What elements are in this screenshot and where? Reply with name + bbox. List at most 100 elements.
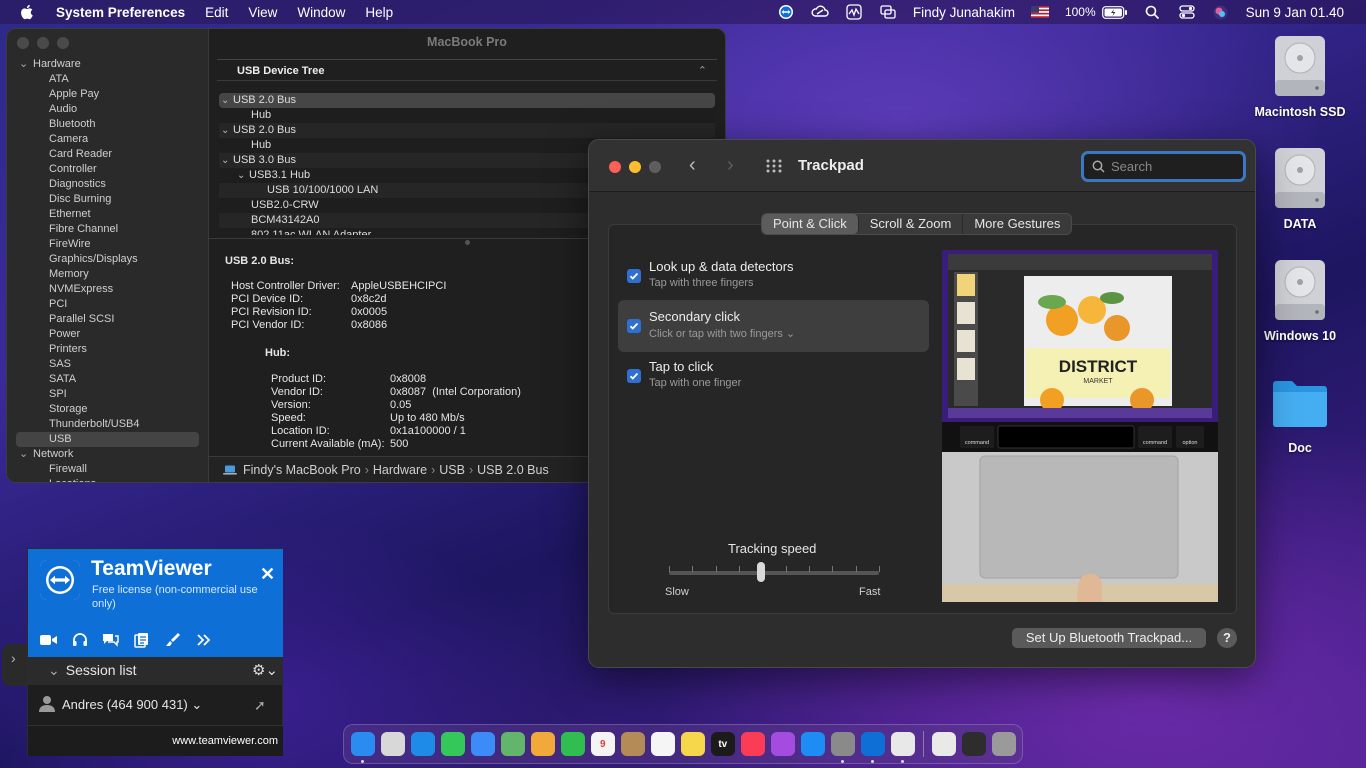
gear-icon[interactable]: ⚙⌄ xyxy=(252,661,278,679)
activity-monitor-icon[interactable] xyxy=(845,4,863,20)
user-name[interactable]: Findy Junahakim xyxy=(913,5,1015,20)
dock-calendar-icon[interactable]: 9 xyxy=(591,732,615,756)
battery-percent[interactable]: 100% xyxy=(1065,5,1096,19)
dock-notes-icon[interactable] xyxy=(681,732,705,756)
more-icon[interactable] xyxy=(195,631,212,648)
dock-contacts-icon[interactable] xyxy=(621,732,645,756)
usb-tree-row[interactable]: Hub xyxy=(219,108,715,123)
usb-tree-row[interactable]: ⌄ USB 2.0 Bus xyxy=(219,93,715,108)
sidebar-category[interactable]: ⌄ Hardware xyxy=(7,57,208,72)
sidebar-item[interactable]: SATA xyxy=(7,372,208,387)
search-icon[interactable] xyxy=(1144,4,1162,20)
connect-pointer-icon[interactable]: ➚ xyxy=(254,697,266,714)
option-secondary-click[interactable]: Secondary click Click or tap with two fi… xyxy=(618,300,929,352)
sidebar-item[interactable]: Fibre Channel xyxy=(7,222,208,237)
desktop-disk-macintosh-ssd[interactable]: Macintosh SSD xyxy=(1245,34,1355,119)
dock-app-store-icon[interactable] xyxy=(801,732,825,756)
dock-messages-icon[interactable] xyxy=(441,732,465,756)
dock-launchpad-icon[interactable] xyxy=(381,732,405,756)
desktop-disk-windows-10[interactable]: Windows 10 xyxy=(1245,258,1355,343)
siri-icon[interactable] xyxy=(1212,4,1230,20)
breadcrumb-item[interactable]: USB xyxy=(439,463,465,477)
dock-maps-icon[interactable] xyxy=(501,732,525,756)
tracking-speed-slider[interactable] xyxy=(669,571,879,575)
disclosure-icon[interactable]: ⌄ xyxy=(221,93,233,108)
file-transfer-icon[interactable] xyxy=(133,631,150,648)
dock-music-icon[interactable] xyxy=(741,732,765,756)
setup-bluetooth-trackpad-button[interactable]: Set Up Bluetooth Trackpad... xyxy=(1012,628,1206,648)
tab-scroll-zoom[interactable]: Scroll & Zoom xyxy=(859,214,964,234)
dock-facetime-icon[interactable] xyxy=(561,732,585,756)
teamviewer-collapse-tab[interactable]: › xyxy=(2,644,28,686)
close-icon[interactable]: ✕ xyxy=(260,564,275,585)
sidebar-item[interactable]: Locations xyxy=(7,477,208,482)
zoom-button[interactable] xyxy=(57,37,69,49)
sidebar-item[interactable]: Parallel SCSI xyxy=(7,312,208,327)
teamviewer-icon[interactable] xyxy=(777,4,795,20)
dock-safari-icon[interactable] xyxy=(411,732,435,756)
close-button[interactable] xyxy=(17,37,29,49)
sidebar-item[interactable]: ATA xyxy=(7,72,208,87)
session-list-header[interactable]: ⌄ Session list ⚙⌄ xyxy=(28,657,283,685)
help-button[interactable]: ? xyxy=(1217,628,1237,648)
sidebar-item[interactable]: PCI xyxy=(7,297,208,312)
desktop-folder-doc[interactable]: Doc xyxy=(1245,370,1355,455)
dock-system-information-icon[interactable] xyxy=(891,732,915,763)
sidebar-category[interactable]: ⌄ Network xyxy=(7,447,208,462)
sidebar-item[interactable]: Camera xyxy=(7,132,208,147)
sidebar-item[interactable]: FireWire xyxy=(7,237,208,252)
video-icon[interactable] xyxy=(40,631,57,648)
slider-knob[interactable] xyxy=(757,562,766,582)
close-button[interactable] xyxy=(609,161,621,173)
sidebar-item[interactable]: USB xyxy=(16,432,199,447)
session-contact-row[interactable]: Andres (464 900 431) ⌄ ➚ xyxy=(36,693,276,717)
disclosure-icon[interactable]: ⌄ xyxy=(221,123,233,138)
dock-finder-icon[interactable] xyxy=(351,732,375,763)
sidebar-item[interactable]: Graphics/Displays xyxy=(7,252,208,267)
sidebar-item[interactable]: Diagnostics xyxy=(7,177,208,192)
sidebar-item[interactable]: Card Reader xyxy=(7,147,208,162)
sidebar-item[interactable]: Firewall xyxy=(7,462,208,477)
show-all-grid-icon[interactable] xyxy=(765,159,783,173)
sidebar-item[interactable]: Memory xyxy=(7,267,208,282)
battery-icon[interactable] xyxy=(1101,4,1128,20)
dock-document-icon[interactable] xyxy=(931,732,956,756)
disclosure-icon[interactable]: ⌄ xyxy=(19,57,33,72)
back-button[interactable]: ‹ xyxy=(689,154,696,177)
breadcrumb-item[interactable]: Findy's MacBook Pro xyxy=(243,463,361,477)
menu-view[interactable]: View xyxy=(248,5,277,20)
split-grip[interactable] xyxy=(465,240,470,245)
control-center-icon[interactable] xyxy=(1178,4,1196,20)
tab-point-click[interactable]: Point & Click xyxy=(762,214,859,234)
search-input[interactable] xyxy=(1111,159,1241,174)
cloud-sync-icon[interactable] xyxy=(811,4,829,20)
dock-trash-icon[interactable] xyxy=(991,732,1016,756)
sidebar-item[interactable]: Audio xyxy=(7,102,208,117)
checkbox-tap-to-click[interactable] xyxy=(627,369,641,383)
apple-menu-icon[interactable] xyxy=(18,3,36,21)
disclosure-icon[interactable]: ⌄ xyxy=(221,153,233,168)
desktop-disk-data[interactable]: DATA xyxy=(1245,146,1355,231)
teamviewer-footer-link[interactable]: www.teamviewer.com xyxy=(28,725,283,756)
tab-more-gestures[interactable]: More Gestures xyxy=(963,214,1071,234)
minimize-button[interactable] xyxy=(629,161,641,173)
flag-icon[interactable] xyxy=(1030,4,1049,20)
sidebar-item[interactable]: Apple Pay xyxy=(7,87,208,102)
forward-button[interactable]: › xyxy=(727,154,734,177)
breadcrumb-item[interactable]: Hardware xyxy=(373,463,427,477)
sidebar-item[interactable]: Printers xyxy=(7,342,208,357)
disclosure-icon[interactable]: ⌄ xyxy=(19,447,33,462)
whiteboard-icon[interactable] xyxy=(164,631,181,648)
zoom-button[interactable] xyxy=(649,161,661,173)
breadcrumb-item[interactable]: USB 2.0 Bus xyxy=(477,463,549,477)
dock-system-preferences-icon[interactable] xyxy=(831,732,855,763)
dock-tv-icon[interactable]: tv xyxy=(711,732,735,756)
dock-reminders-icon[interactable] xyxy=(651,732,675,756)
minimize-button[interactable] xyxy=(37,37,49,49)
option-tap-to-click[interactable]: Tap to click Tap with one finger xyxy=(618,350,929,402)
sidebar-item[interactable]: SAS xyxy=(7,357,208,372)
dock-teamviewer-icon[interactable] xyxy=(861,732,885,763)
dock-screenshot-icon[interactable] xyxy=(961,732,986,756)
sidebar-item[interactable]: Ethernet xyxy=(7,207,208,222)
disclosure-icon[interactable]: ⌄ xyxy=(237,168,249,183)
